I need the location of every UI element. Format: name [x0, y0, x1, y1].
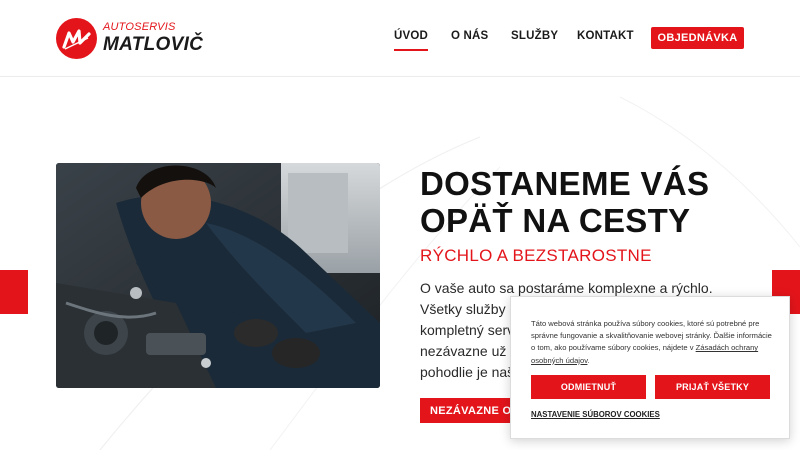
cookie-consent-panel: Táto webová stránka používa súbory cooki… [510, 296, 790, 439]
hero-subtitle: RÝCHLO A BEZSTAROSTNE [420, 246, 652, 265]
logo-text: AUTOSERVIS MATLOVIČ [103, 21, 204, 55]
cookie-message-end: . [587, 355, 590, 365]
logo-brand-name: MATLOVIČ [103, 34, 204, 55]
hero-title: DOSTANEME VÁS OPÄŤ NA CESTY [420, 165, 780, 239]
cookie-accept-all-button[interactable]: PRIJAŤ VŠETKY [655, 375, 770, 399]
nav-item-sluzby[interactable]: SLUŽBY [511, 30, 558, 42]
slider-prev-tab[interactable] [0, 270, 28, 314]
cookie-decline-button[interactable]: ODMIETNUŤ [531, 375, 646, 399]
hero-title-line-1: DOSTANEME VÁS [420, 165, 710, 202]
cookie-text: Táto webová stránka používa súbory cooki… [531, 318, 776, 367]
mechanic-photo [56, 163, 380, 388]
order-button[interactable]: OBJEDNÁVKA [651, 27, 744, 49]
hero-title-line-2: OPÄŤ NA CESTY [420, 202, 691, 239]
cookie-settings-link[interactable]: NASTAVENIE SÚBOROV COOKIES [531, 410, 660, 419]
nav-item-kontakt[interactable]: KONTAKT [577, 30, 634, 42]
site-header: AUTOSERVIS MATLOVIČ ÚVOD O NÁS SLUŽBY KO… [0, 0, 800, 77]
site-logo[interactable]: AUTOSERVIS MATLOVIČ [56, 17, 206, 59]
nav-item-o-nas[interactable]: O NÁS [451, 30, 488, 42]
autoservis-m-logo-icon [56, 17, 97, 59]
logo-small-text: AUTOSERVIS [103, 21, 176, 33]
nav-item-uvod[interactable]: ÚVOD [394, 30, 429, 51]
